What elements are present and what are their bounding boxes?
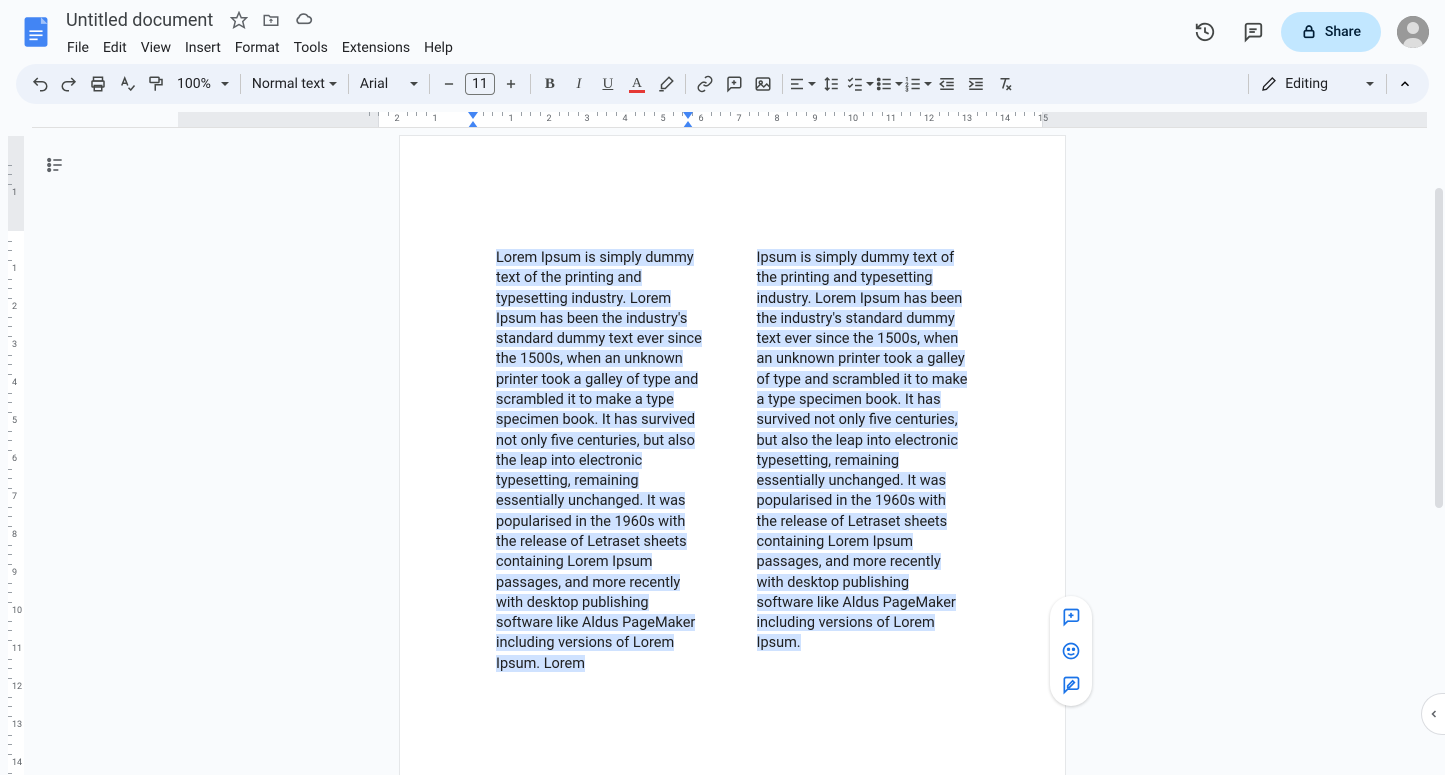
italic-button[interactable]: I (565, 70, 593, 98)
font-size-increase[interactable] (497, 70, 525, 98)
bulleted-list-button[interactable] (875, 70, 903, 98)
docs-logo-icon[interactable] (16, 12, 56, 52)
line-spacing-button[interactable] (817, 70, 845, 98)
highlight-button[interactable] (652, 70, 680, 98)
insert-image-button[interactable] (749, 70, 777, 98)
menu-insert[interactable]: Insert (178, 38, 228, 58)
side-actions (1050, 596, 1092, 706)
add-comment-icon[interactable] (1056, 602, 1086, 632)
suggest-edits-icon[interactable] (1056, 670, 1086, 700)
increase-indent-button[interactable] (962, 70, 990, 98)
numbered-list-button[interactable]: 123 (904, 70, 932, 98)
paint-format-button[interactable] (142, 70, 170, 98)
share-button[interactable]: Share (1281, 12, 1381, 52)
vertical-ruler[interactable]: 112345678910111213141516 (0, 128, 32, 775)
print-button[interactable] (84, 70, 112, 98)
comments-icon[interactable] (1233, 12, 1273, 52)
document-title[interactable]: Untitled document (60, 8, 219, 33)
cloud-status-icon[interactable] (291, 8, 315, 32)
checklist-button[interactable] (846, 70, 874, 98)
clear-formatting-button[interactable] (991, 70, 1019, 98)
font-family-dropdown[interactable]: Arial (354, 76, 424, 92)
underline-button[interactable]: U (594, 70, 622, 98)
bold-button[interactable]: B (536, 70, 564, 98)
move-icon[interactable] (259, 8, 283, 32)
document-outline-button[interactable] (40, 150, 70, 180)
document-area[interactable]: Lorem Ipsum is simply dummy text of the … (32, 128, 1433, 775)
svg-text:3: 3 (905, 88, 908, 94)
menu-view[interactable]: View (134, 38, 178, 58)
paragraph-style-dropdown[interactable]: Normal text (246, 76, 343, 92)
insert-link-button[interactable] (691, 70, 719, 98)
toolbar: 100% Normal text Arial B I U A 123 Editi… (16, 64, 1429, 104)
text-color-button[interactable]: A (623, 70, 651, 98)
document-page[interactable]: Lorem Ipsum is simply dummy text of the … (400, 136, 1065, 775)
horizontal-ruler[interactable]: 21123456789101112131415 (32, 112, 1427, 128)
history-icon[interactable] (1185, 12, 1225, 52)
redo-button[interactable] (55, 70, 83, 98)
font-size-input[interactable] (465, 73, 495, 95)
decrease-indent-button[interactable] (933, 70, 961, 98)
collapse-toolbar-button[interactable] (1391, 70, 1419, 98)
editing-mode-dropdown[interactable]: Editing (1253, 76, 1382, 92)
add-emoji-icon[interactable] (1056, 636, 1086, 666)
menu-extensions[interactable]: Extensions (335, 38, 417, 58)
column-1[interactable]: Lorem Ipsum is simply dummy text of the … (496, 248, 709, 674)
menu-edit[interactable]: Edit (96, 38, 134, 58)
menu-format[interactable]: Format (228, 38, 287, 58)
menu-tools[interactable]: Tools (287, 38, 335, 58)
column-2[interactable]: Ipsum is simply dummy text of the printi… (757, 248, 970, 674)
scrollbar[interactable] (1433, 128, 1445, 775)
menu-help[interactable]: Help (417, 38, 460, 58)
zoom-dropdown[interactable]: 100% (171, 76, 235, 92)
undo-button[interactable] (26, 70, 54, 98)
spellcheck-button[interactable] (113, 70, 141, 98)
user-avatar[interactable] (1397, 16, 1429, 48)
align-button[interactable] (788, 70, 816, 98)
menu-file[interactable]: File (60, 38, 96, 58)
title-area: Untitled document File Edit View Insert … (60, 4, 1185, 60)
insert-comment-button[interactable] (720, 70, 748, 98)
menu-bar: File Edit View Insert Format Tools Exten… (60, 36, 1185, 60)
star-icon[interactable] (227, 8, 251, 32)
title-bar: Untitled document File Edit View Insert … (0, 0, 1445, 64)
scrollbar-thumb[interactable] (1435, 188, 1443, 508)
font-size-decrease[interactable] (435, 70, 463, 98)
share-label: Share (1325, 24, 1361, 40)
